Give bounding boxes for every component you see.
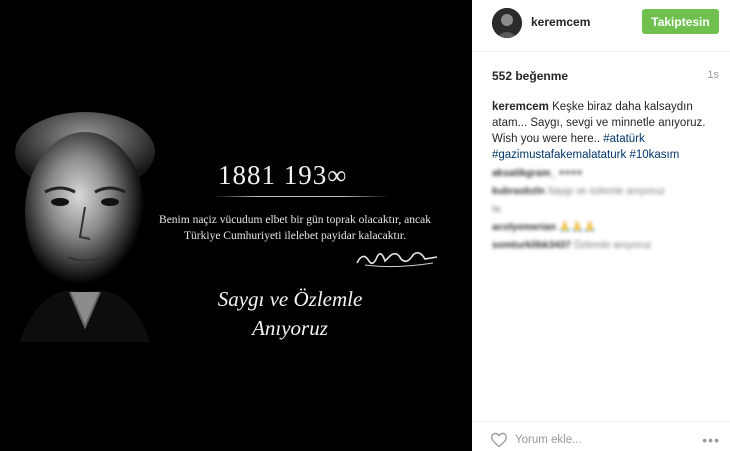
comment: aksatikgram_ ♥♥♥♥	[492, 166, 720, 181]
comment-text: Özlemle anıyoruz	[573, 240, 652, 251]
comment-username[interactable]: somturklibk3437	[492, 240, 571, 251]
comment: acolyemerian 🙏🙏🙏	[492, 220, 720, 235]
quote: Benim naçiz vücudum elbet bir gün toprak…	[140, 212, 450, 244]
motto: Saygı ve Özlemle Anıyoruz	[170, 285, 410, 343]
post-footer: •••	[472, 421, 730, 451]
hashtag-link[interactable]: #10kasım	[629, 149, 679, 161]
motto-line-2: Anıyoruz	[252, 316, 328, 340]
comment-username[interactable]: acolyemerian	[492, 222, 556, 233]
comment-username[interactable]: kubrasbzln	[492, 186, 545, 197]
avatar[interactable]	[492, 8, 522, 38]
comment-username[interactable]: aksatikgram_	[492, 168, 556, 179]
comment-text: ♥♥♥♥	[558, 168, 583, 179]
heart-icon[interactable]	[490, 432, 508, 448]
comment: ta	[492, 202, 720, 217]
more-options-button[interactable]: •••	[702, 432, 720, 448]
comments-list: aksatikgram_ ♥♥♥♥ kubrasbzln Saygı ve öz…	[492, 166, 720, 256]
quote-line-1: Benim naçiz vücudum elbet bir gün toprak…	[159, 214, 431, 226]
post-image: 1881 193∞ Benim naçiz vücudum elbet bir …	[0, 0, 472, 451]
username-link[interactable]: keremcem	[531, 15, 590, 29]
years-text: 1881 193∞	[218, 160, 348, 190]
hashtag-link[interactable]: #gazimustafakemalataturk	[492, 149, 626, 161]
comment: somturklibk3437 Özlemle anıyoruz	[492, 238, 720, 253]
quote-line-2: Türkiye Cumhuriyeti ilelebet payidar kal…	[184, 230, 406, 242]
signature-icon	[356, 251, 438, 268]
divider	[213, 196, 389, 197]
avatar-image	[492, 8, 522, 38]
comment-text: 🙏🙏🙏	[558, 222, 597, 233]
comment-text: Saygı ve özlemle anıyoruz	[547, 186, 665, 197]
following-button[interactable]: Takiptesin	[642, 9, 719, 34]
post-header: keremcem Takiptesin	[472, 0, 730, 52]
caption-username[interactable]: keremcem	[492, 101, 549, 113]
post-time[interactable]: 1s	[707, 69, 719, 81]
comment: kubrasbzln Saygı ve özlemle anıyoruz	[492, 184, 720, 199]
motto-line-1: Saygı ve Özlemle	[217, 287, 363, 311]
post-sidebar: keremcem Takiptesin 552 beğenme 1s kerem…	[472, 0, 730, 451]
add-comment-input[interactable]	[515, 432, 665, 448]
caption: keremcem Keşke biraz daha kalsaydın atam…	[492, 99, 720, 163]
comment-text: ta	[492, 204, 501, 215]
hashtag-link[interactable]: #atatürk	[603, 133, 645, 145]
likes-count[interactable]: 552 beğenme	[492, 69, 568, 83]
